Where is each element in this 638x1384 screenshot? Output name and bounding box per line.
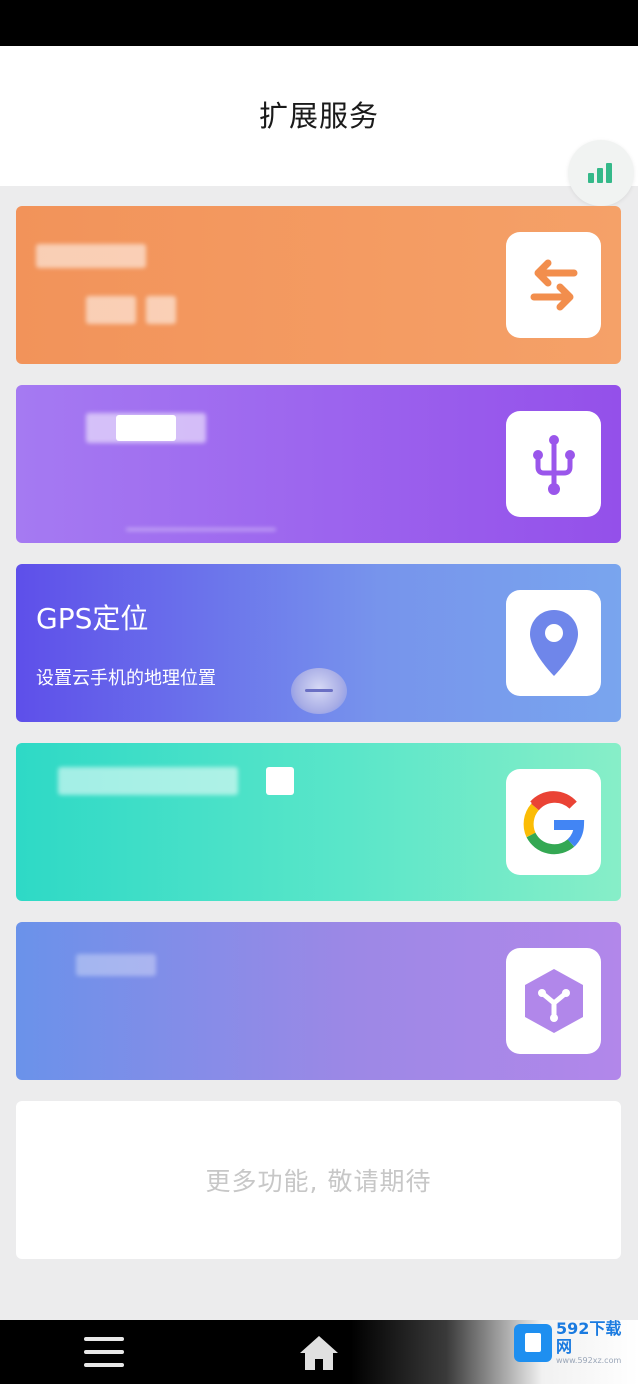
floating-assistant-button[interactable]	[291, 668, 347, 714]
service-card-google[interactable]	[16, 743, 621, 901]
service-list: GPS定位 设置云手机的地理位置 更多功能, 敬请期待	[16, 206, 621, 1259]
location-pin-icon	[506, 590, 601, 696]
page-title: 扩展服务	[258, 99, 379, 133]
usb-icon	[506, 411, 601, 517]
watermark: 592下载网 www.592xz.com	[514, 1320, 636, 1365]
status-bar	[0, 0, 638, 46]
watermark-logo-icon	[514, 1324, 552, 1362]
more-features-card: 更多功能, 敬请期待	[16, 1101, 621, 1259]
watermark-text: 592下载网	[556, 1319, 622, 1356]
header: 扩展服务	[0, 46, 638, 186]
service-card-5[interactable]	[16, 922, 621, 1080]
service-card-2[interactable]	[16, 385, 621, 543]
menu-icon[interactable]	[84, 1337, 124, 1367]
watermark-url: www.592xz.com	[556, 1356, 622, 1365]
more-features-label: 更多功能, 敬请期待	[205, 1167, 432, 1196]
signal-strength-icon[interactable]	[568, 140, 634, 206]
service-card-1[interactable]	[16, 206, 621, 364]
cube-icon	[506, 948, 601, 1054]
card-subtitle: 设置云手机的地理位置	[36, 668, 216, 689]
card-title: GPS定位	[36, 602, 149, 635]
google-icon	[506, 769, 601, 875]
home-icon[interactable]	[298, 1334, 340, 1372]
swap-arrows-icon	[506, 232, 601, 338]
